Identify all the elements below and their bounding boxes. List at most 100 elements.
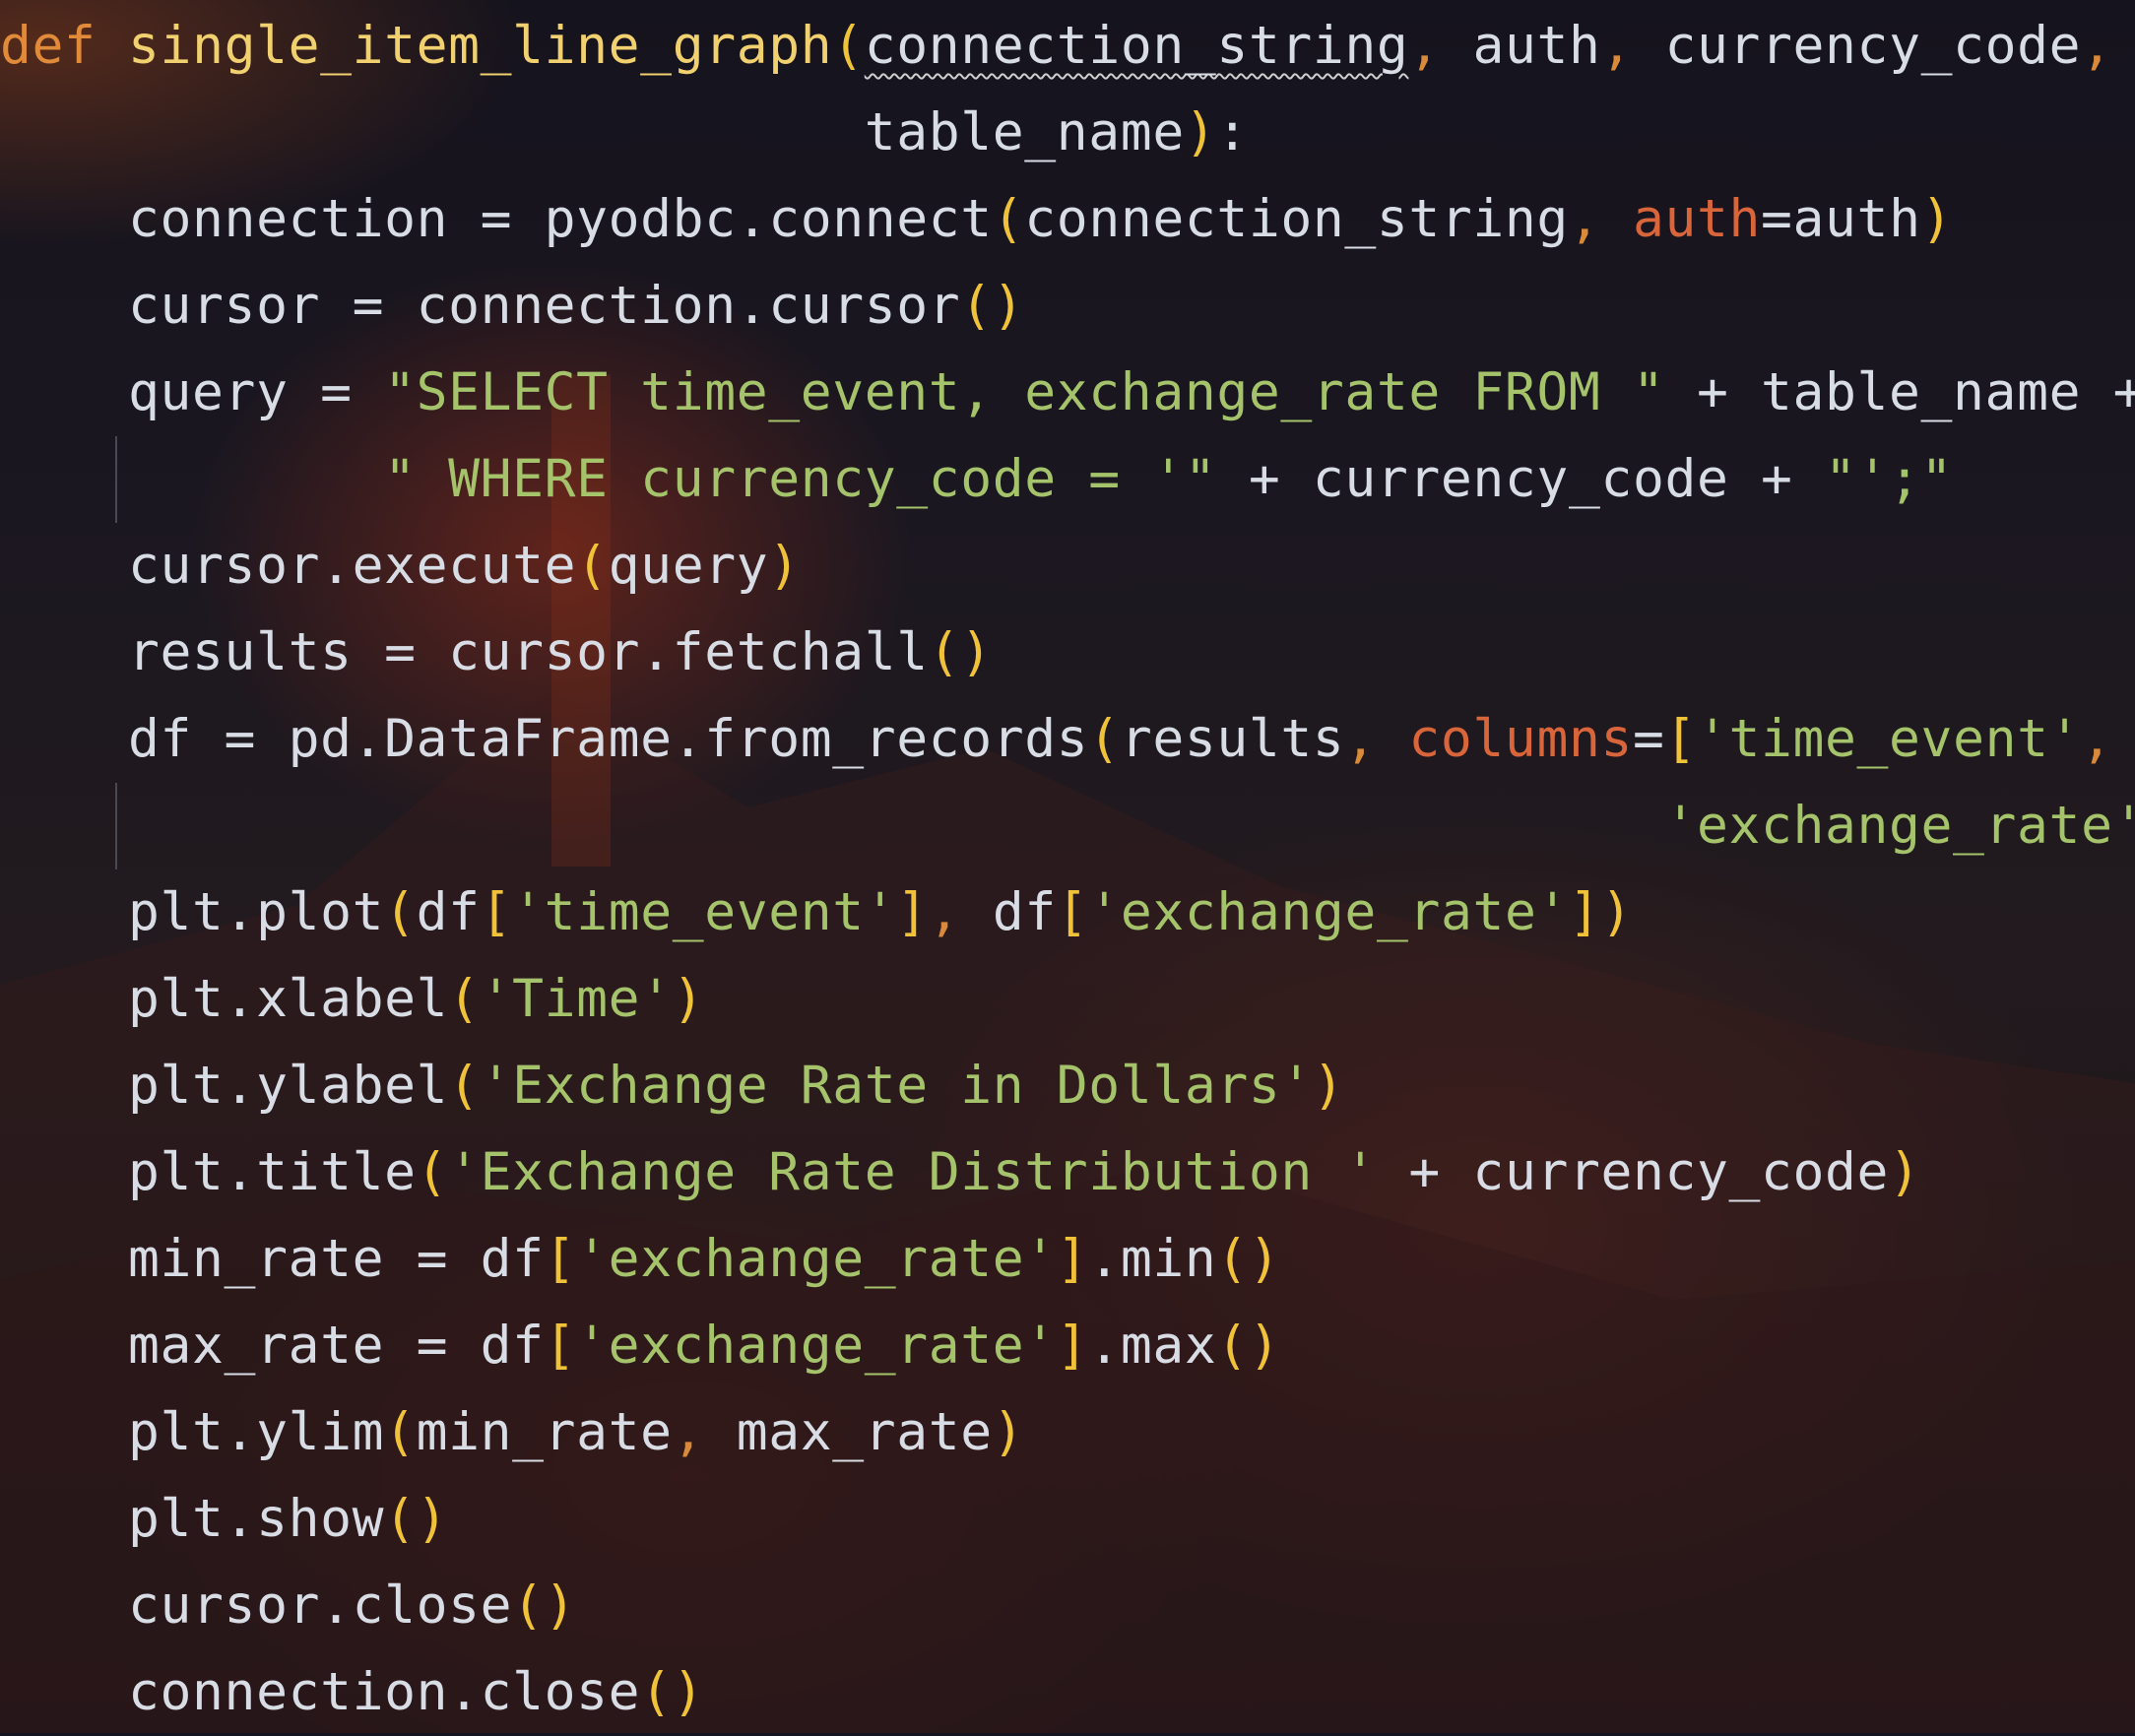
code-token: plt.plot (0, 882, 385, 942)
code-token: connection_string (1024, 189, 1569, 249)
code-token: ( (992, 189, 1025, 249)
code-token: , (1600, 16, 1633, 76)
code-line[interactable]: def single_item_line_graph(connection_st… (0, 3, 2113, 90)
code-token: max_rate = df (0, 1316, 545, 1376)
code-token: .max (1088, 1316, 1217, 1376)
code-token: 'exchange_rate' (1088, 882, 1569, 942)
code-token: + table_name + \ (1696, 362, 2135, 422)
code-line[interactable]: df = pd.DataFrame.from_records(results, … (0, 696, 2113, 783)
code-token: ] (1056, 1316, 1089, 1376)
code-token: 'Time' (480, 969, 673, 1029)
code-line[interactable]: min_rate = df['exchange_rate'].min() (0, 1216, 1280, 1303)
code-token: ( (448, 969, 481, 1029)
code-token: columns (1408, 709, 1633, 769)
code-token: ( (384, 1402, 417, 1462)
code-token: auth (1632, 189, 1762, 249)
code-token: ] (1056, 1229, 1089, 1289)
code-token: cursor = connection.cursor (0, 276, 961, 336)
code-line[interactable]: plt.ylim(min_rate, max_rate) (0, 1389, 1024, 1476)
code-token: ( (1088, 709, 1121, 769)
code-token: 'time_event' (1697, 709, 2082, 769)
code-token: + currency_code + (1216, 449, 1826, 509)
code-token: cursor.execute (0, 536, 577, 596)
code-token: ) (992, 1402, 1025, 1462)
code-token: + currency_code (1376, 1142, 1890, 1202)
code-line[interactable]: max_rate = df['exchange_rate'].max() (0, 1303, 1280, 1389)
code-token: 'exchange_rate' (576, 1316, 1057, 1376)
code-token: plt.ylim (0, 1402, 385, 1462)
code-editor[interactable]: def single_item_line_graph(connection_st… (0, 0, 2135, 1733)
code-token: plt.ylabel (0, 1056, 449, 1116)
code-line[interactable]: results = cursor.fetchall() (0, 610, 993, 696)
code-token: df (960, 882, 1057, 942)
code-line[interactable]: connection = pyodbc.connect(connection_s… (0, 176, 1953, 263)
code-line[interactable]: " WHERE currency_code = '" + currency_co… (0, 436, 1953, 523)
code-token: ( (448, 1056, 481, 1116)
code-token: ) (1920, 189, 1954, 249)
code-token: " WHERE currency_code = '" (384, 449, 1217, 509)
code-line[interactable]: plt.title('Exchange Rate Distribution ' … (0, 1129, 1921, 1216)
code-token: 'Exchange Rate Distribution ' (448, 1142, 1377, 1202)
code-token: cursor.close (0, 1575, 513, 1636)
code-token: df (416, 882, 481, 942)
code-line[interactable]: connection.close() (0, 1649, 704, 1736)
code-token: ( (416, 1142, 449, 1202)
code-token: () (1216, 1316, 1281, 1376)
code-token: results = cursor.fetchall (0, 622, 929, 682)
code-token: connection = pyodbc.connect (0, 189, 993, 249)
code-token: ] (896, 882, 929, 942)
code-token: =auth (1761, 189, 1921, 249)
code-token: auth (1440, 16, 1601, 76)
code-token: connection_string (864, 16, 1409, 76)
code-token: results (1120, 709, 1345, 769)
code-token: ) (768, 536, 801, 596)
code-token: min_rate = df (0, 1229, 545, 1289)
code-token: = (1632, 709, 1665, 769)
code-token: 'Exchange Rate in Dollars' (480, 1056, 1313, 1116)
code-line[interactable]: cursor.execute(query) (0, 523, 801, 610)
code-line[interactable]: plt.ylabel('Exchange Rate in Dollars') (0, 1043, 1344, 1129)
code-token: [ (480, 882, 513, 942)
code-token: single_item_line_graph (128, 16, 833, 76)
code-token: , (1344, 709, 1377, 769)
code-line[interactable]: query = "SELECT time_event, exchange_rat… (0, 350, 2135, 436)
code-token: , (2081, 16, 2113, 76)
code-token: plt.show (0, 1489, 385, 1549)
code-line[interactable]: cursor = connection.cursor() (0, 263, 1024, 350)
code-token: ) (672, 969, 705, 1029)
code-token: , (1408, 16, 1441, 76)
code-token: : (1216, 102, 1249, 162)
code-token: max_rate (704, 1402, 993, 1462)
code-line[interactable]: plt.xlabel('Time') (0, 956, 704, 1043)
code-line[interactable]: table_name): (0, 90, 1249, 176)
code-token: , (1568, 189, 1601, 249)
code-token: () (960, 276, 1025, 336)
code-token: table_name (0, 102, 1185, 162)
code-token: [ (544, 1229, 577, 1289)
code-token: () (512, 1575, 577, 1636)
code-token: , (2081, 709, 2113, 769)
code-token: "';" (1825, 449, 1954, 509)
code-token: ) (1312, 1056, 1345, 1116)
code-token: connection.close (0, 1662, 641, 1722)
code-token: () (928, 622, 993, 682)
code-line[interactable]: cursor.close() (0, 1563, 576, 1649)
code-token: [ (1056, 882, 1089, 942)
code-token: min_rate (416, 1402, 673, 1462)
code-token: () (384, 1489, 449, 1549)
code-token: ) (1889, 1142, 1921, 1202)
code-token: 'exchange_rate' (576, 1229, 1057, 1289)
code-token: plt.title (0, 1142, 417, 1202)
code-token: 'time_event' (512, 882, 897, 942)
code-line[interactable]: 'exchange_rate']) (0, 783, 2135, 869)
code-token: [ (1664, 709, 1697, 769)
code-token: def (0, 16, 97, 76)
code-token: () (1216, 1229, 1281, 1289)
code-token: "SELECT time_event, exchange_rate FROM " (384, 362, 1665, 422)
code-line[interactable]: plt.show() (0, 1476, 448, 1563)
code-line[interactable]: plt.plot(df['time_event'], df['exchange_… (0, 869, 1633, 956)
